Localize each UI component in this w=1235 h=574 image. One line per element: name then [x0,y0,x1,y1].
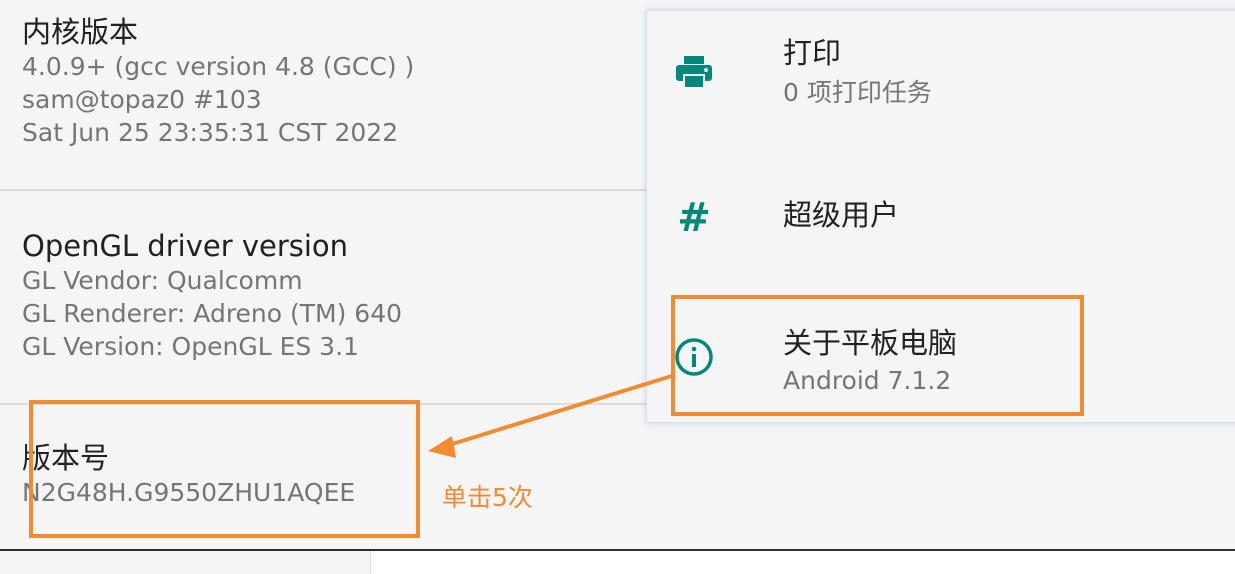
superuser-title: 超级用户 [783,198,900,232]
bottom-bar-left [0,551,371,574]
panel-item-superuser[interactable]: # 超级用户 [647,161,1235,281]
print-title: 打印 [783,36,842,70]
settings-screen: 内核版本 4.0.9+ (gcc version 4.8 (GCC) ) sam… [0,0,1235,574]
hash-icon: # [677,195,711,241]
bottom-bar [0,549,1235,574]
print-subtitle: 0 项打印任务 [783,78,932,107]
about-tablet-highlight-box [671,295,1084,416]
click-instruction-label: 单击5次 [442,483,533,512]
build-number-highlight-box [29,400,420,538]
panel-item-print[interactable]: 打印 0 项打印任务 [647,11,1235,161]
printer-icon [673,51,715,93]
